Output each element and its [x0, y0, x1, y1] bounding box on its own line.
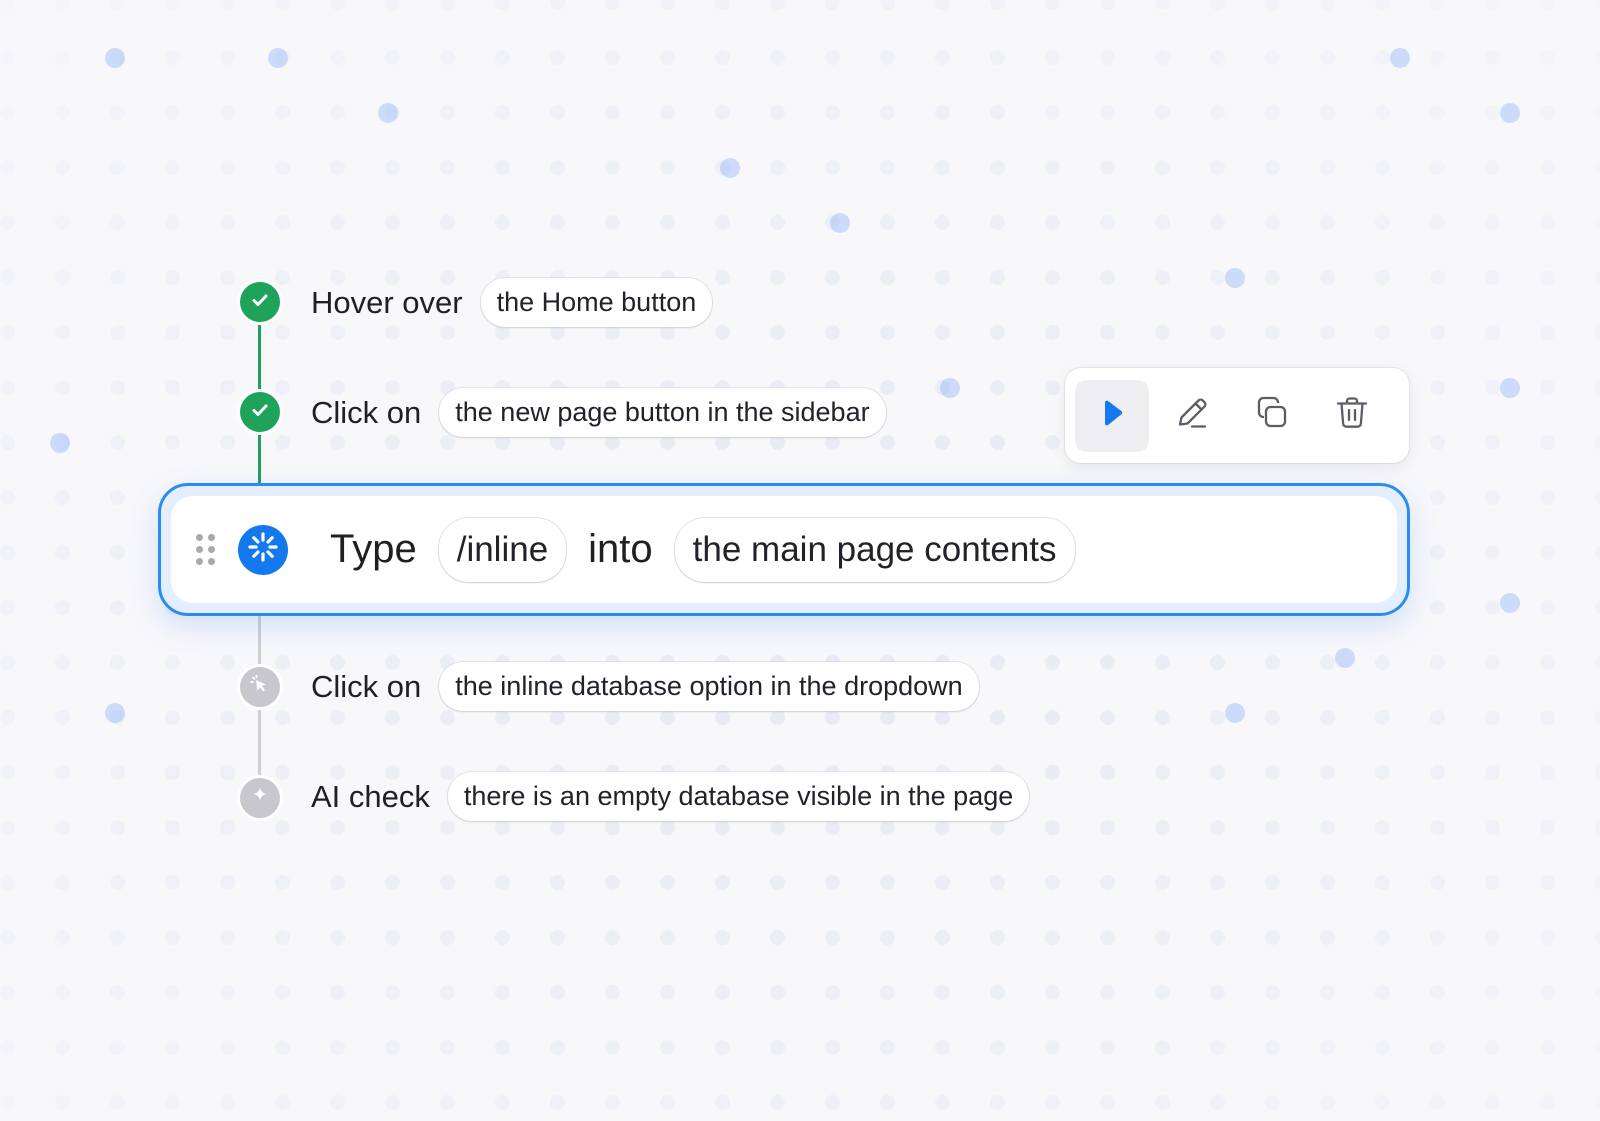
timeline-connector-pending: [258, 706, 261, 780]
timeline-connector-done: [258, 322, 261, 394]
check-icon: [249, 289, 271, 316]
drag-handle-icon[interactable]: [196, 534, 215, 565]
step-connector-text: into: [588, 527, 653, 571]
duplicate-step-button[interactable]: [1235, 380, 1309, 452]
step-action: Hover over: [311, 284, 463, 320]
trash-icon: [1331, 392, 1373, 439]
step-action: Type: [330, 527, 417, 571]
step-action: Click on: [311, 668, 422, 704]
background-accent-dot: [1390, 48, 1410, 68]
background-accent-dot: [1225, 268, 1245, 288]
step-status-running: [238, 524, 288, 575]
pencil-icon: [1171, 392, 1213, 439]
step-toolbar: [1065, 368, 1409, 463]
step-row[interactable]: Click on the new page button in the side…: [311, 388, 886, 437]
step-target-chip[interactable]: there is an empty database visible in th…: [447, 772, 1030, 821]
step-status-pending: [240, 778, 280, 818]
background-accent-dot: [50, 433, 70, 453]
background-accent-dot: [1500, 103, 1520, 123]
timeline-connector-pending: [258, 616, 261, 668]
active-step-card[interactable]: Type /inline into the main page contents: [158, 483, 1410, 616]
background-accent-dot: [378, 103, 398, 123]
timeline-connector-done: [258, 432, 261, 486]
background-accent-dot: [105, 48, 125, 68]
background-accent-dot: [1500, 593, 1520, 613]
step-row[interactable]: AI check there is an empty database visi…: [311, 772, 1030, 821]
step-action: Click on: [311, 394, 422, 430]
background-accent-dot: [940, 378, 960, 398]
step-target-chip[interactable]: the new page button in the sidebar: [439, 388, 886, 437]
copy-icon: [1251, 392, 1293, 439]
step-target-chip[interactable]: the main page contents: [674, 517, 1075, 582]
step-status-done: [240, 392, 280, 432]
check-icon: [249, 399, 271, 426]
step-status-done: [240, 282, 280, 322]
background-accent-dot: [1335, 648, 1355, 668]
background-accent-dot: [830, 213, 850, 233]
step-row[interactable]: Hover over the Home button: [311, 278, 713, 327]
cursor-click-icon: [248, 673, 272, 702]
run-step-button[interactable]: [1075, 379, 1149, 452]
delete-step-button[interactable]: [1315, 380, 1389, 452]
spinner-icon: [246, 530, 280, 569]
edit-step-button[interactable]: [1155, 380, 1229, 452]
background-accent-dot: [105, 703, 125, 723]
play-icon: [1095, 396, 1129, 435]
step-value-chip[interactable]: /inline: [438, 517, 567, 582]
step-status-pending: [240, 667, 280, 707]
step-target-chip[interactable]: the Home button: [480, 278, 713, 327]
step-target-chip[interactable]: the inline database option in the dropdo…: [439, 662, 979, 711]
step-action: AI check: [311, 778, 430, 814]
sparkle-icon: [248, 784, 272, 813]
background-accent-dot: [720, 158, 740, 178]
background-accent-dot: [268, 48, 288, 68]
background-accent-dot: [1225, 703, 1245, 723]
step-row[interactable]: Click on the inline database option in t…: [311, 662, 979, 711]
background-accent-dot: [1500, 378, 1520, 398]
